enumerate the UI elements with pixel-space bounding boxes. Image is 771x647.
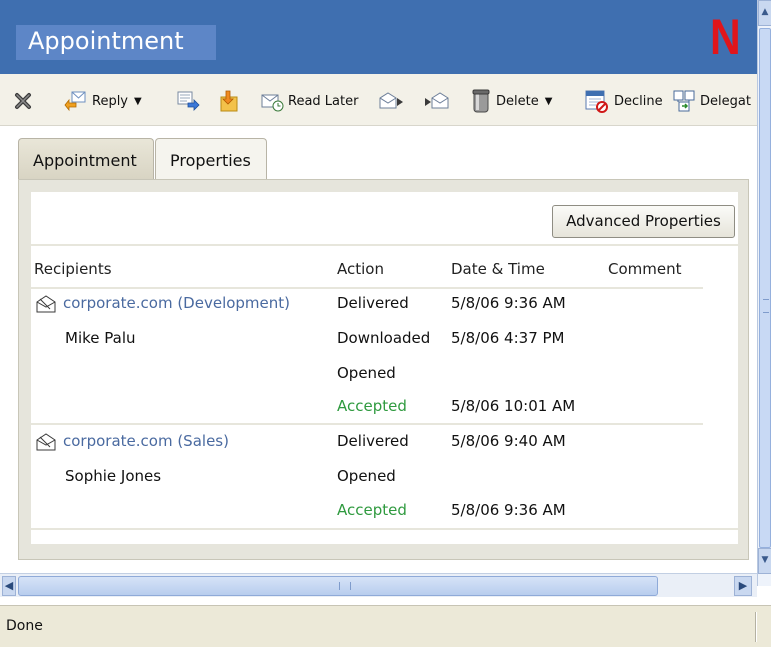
- delegate-button[interactable]: Delegat: [672, 88, 751, 114]
- scroll-right-button[interactable]: ▶: [734, 576, 752, 596]
- decline-icon: [585, 90, 608, 113]
- window-title: Appointment: [28, 27, 184, 55]
- action-cell: Opened: [337, 467, 396, 485]
- grip-icon: [339, 582, 351, 590]
- delete-trash-icon: [472, 89, 490, 113]
- horizontal-scroll-thumb[interactable]: [18, 576, 658, 596]
- tab-properties[interactable]: Properties: [155, 138, 267, 180]
- divider: [31, 287, 703, 289]
- properties-panel: Advanced Properties Recipients Action Da…: [18, 179, 749, 560]
- date-time-cell: 5/8/06 10:01 AM: [451, 397, 576, 415]
- status-divider: [755, 612, 757, 642]
- status-text: Done: [6, 618, 43, 634]
- reply-button[interactable]: Reply ▼: [64, 88, 142, 114]
- move-button[interactable]: [216, 88, 240, 114]
- chevron-down-icon[interactable]: ▼: [545, 96, 553, 107]
- delegate-label: Delegat: [700, 93, 751, 109]
- toolbar: Reply ▼ Read Later Delete ▼ Decline Dele…: [0, 74, 757, 126]
- divider: [31, 423, 703, 425]
- vertical-scroll-thumb[interactable]: [759, 28, 771, 548]
- tab-appointment[interactable]: Appointment: [18, 138, 154, 180]
- next-icon: [379, 92, 403, 109]
- forward-icon: [177, 91, 200, 111]
- read-later-label: Read Later: [288, 93, 359, 109]
- delegate-icon: [673, 90, 695, 112]
- delete-button[interactable]: Delete ▼: [470, 88, 552, 114]
- column-header-comment[interactable]: Comment: [608, 260, 682, 278]
- status-bar: Done: [0, 605, 771, 647]
- move-icon: [220, 90, 238, 112]
- forward-button[interactable]: [176, 88, 200, 114]
- previous-item-button[interactable]: [424, 88, 450, 114]
- recipient-name: Mike Palu: [65, 329, 136, 347]
- recipient-link[interactable]: corporate.com (Development): [63, 294, 290, 312]
- column-header-date-time[interactable]: Date & Time: [451, 260, 545, 278]
- reply-icon: [64, 91, 86, 112]
- action-cell: Delivered: [337, 432, 409, 450]
- envelope-icon: [36, 433, 56, 451]
- advanced-properties-button[interactable]: Advanced Properties: [552, 205, 735, 238]
- date-time-cell: 5/8/06 4:37 PM: [451, 329, 565, 347]
- column-header-recipients[interactable]: Recipients: [34, 260, 112, 278]
- date-time-cell: 5/8/06 9:36 AM: [451, 501, 566, 519]
- decline-button[interactable]: Decline: [584, 88, 663, 114]
- action-cell: Delivered: [337, 294, 409, 312]
- chevron-down-icon[interactable]: ▼: [134, 96, 142, 107]
- grip-icon: [763, 299, 769, 313]
- vertical-scrollbar[interactable]: ▲ ▼: [757, 0, 771, 586]
- recipient-name: Sophie Jones: [65, 467, 162, 485]
- recipient-link[interactable]: corporate.com (Sales): [63, 432, 229, 450]
- column-header-action[interactable]: Action: [337, 260, 384, 278]
- date-time-cell: 5/8/06 9:40 AM: [451, 432, 566, 450]
- action-cell-accepted: Accepted: [337, 397, 407, 415]
- horizontal-scrollbar[interactable]: ◀ ▶: [0, 573, 757, 597]
- scroll-left-button[interactable]: ◀: [2, 576, 16, 596]
- scroll-down-button[interactable]: ▼: [758, 548, 771, 574]
- action-cell: Opened: [337, 364, 396, 382]
- delete-label: Delete: [496, 93, 539, 109]
- envelope-icon: [36, 295, 56, 313]
- date-time-cell: 5/8/06 9:36 AM: [451, 294, 566, 312]
- action-cell-accepted: Accepted: [337, 501, 407, 519]
- divider: [31, 244, 738, 246]
- read-later-button[interactable]: Read Later: [258, 88, 358, 114]
- next-item-button[interactable]: [378, 88, 404, 114]
- read-later-icon: [261, 94, 284, 112]
- decline-label: Decline: [614, 93, 663, 109]
- properties-content: Advanced Properties Recipients Action Da…: [31, 192, 738, 544]
- reply-label: Reply: [92, 93, 129, 109]
- novell-logo: N: [710, 9, 741, 65]
- action-cell: Downloaded: [337, 329, 431, 347]
- title-bar: Appointment N: [0, 0, 757, 74]
- close-x-icon: [15, 93, 31, 109]
- divider: [31, 528, 738, 530]
- scroll-up-button[interactable]: ▲: [758, 0, 771, 26]
- close-button[interactable]: [14, 88, 32, 114]
- previous-icon: [425, 92, 449, 109]
